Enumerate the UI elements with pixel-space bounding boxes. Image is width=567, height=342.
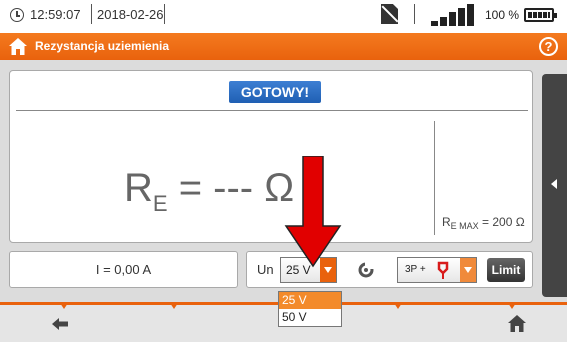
limit-readout: RE MAX = 200 Ω — [442, 215, 525, 231]
home-icon[interactable] — [8, 37, 28, 56]
signal-strength-icon — [431, 4, 475, 26]
dropdown-option[interactable]: 25 V — [279, 292, 341, 309]
divider — [508, 303, 516, 309]
limit-button[interactable]: Limit — [487, 258, 525, 282]
clock-icon — [10, 8, 24, 22]
method-select[interactable]: 3P + — [397, 257, 477, 283]
limit-symbol: R — [442, 215, 451, 229]
dropdown-option[interactable]: 50 V — [279, 309, 341, 326]
voltage-label: Un — [257, 262, 274, 277]
status-badge: GOTOWY! — [229, 81, 321, 103]
divider — [414, 4, 415, 24]
result-value: = --- Ω — [167, 166, 295, 210]
sd-card-icon — [381, 4, 398, 24]
result-symbol: R — [124, 166, 153, 210]
help-icon[interactable]: ? — [539, 37, 558, 56]
divider — [170, 303, 178, 309]
divider — [60, 303, 68, 309]
side-panel-tab[interactable] — [542, 74, 567, 297]
divider — [91, 4, 92, 24]
limit-value: = 200 Ω — [478, 215, 525, 229]
annotation-arrow-icon — [284, 156, 342, 268]
chevron-down-icon[interactable] — [460, 258, 476, 282]
divider — [164, 4, 165, 24]
status-bar: 12:59:07 2018-02-26 100 % — [0, 0, 567, 30]
battery-icon — [524, 8, 557, 22]
method-select-value: 3P + — [405, 264, 426, 275]
clamp-probe-icon — [437, 261, 449, 279]
clamp-meter-icon[interactable] — [357, 261, 375, 279]
back-arrow-icon[interactable] — [52, 318, 68, 330]
main-result: RE = --- Ω — [124, 166, 294, 217]
arrow-left-icon — [551, 179, 557, 189]
title-bar: Rezystancja uziemienia ? — [0, 33, 567, 60]
current-readout: I = 0,00 A — [9, 251, 238, 288]
limit-subscript: E MAX — [450, 221, 479, 231]
divider — [434, 121, 435, 235]
home-icon[interactable] — [508, 315, 526, 332]
status-date: 2018-02-26 — [97, 7, 164, 22]
result-subscript: E — [152, 191, 168, 216]
status-time: 12:59:07 — [30, 7, 81, 22]
divider — [16, 110, 528, 111]
current-value: I = 0,00 A — [95, 262, 152, 277]
result-panel: GOTOWY! RE = --- Ω RE MAX = 200 Ω — [9, 70, 533, 243]
battery-level: 100 % — [485, 8, 520, 22]
divider — [394, 303, 402, 309]
voltage-dropdown-list: 25 V 50 V — [278, 291, 342, 327]
page-title: Rezystancja uziemienia — [35, 39, 170, 53]
